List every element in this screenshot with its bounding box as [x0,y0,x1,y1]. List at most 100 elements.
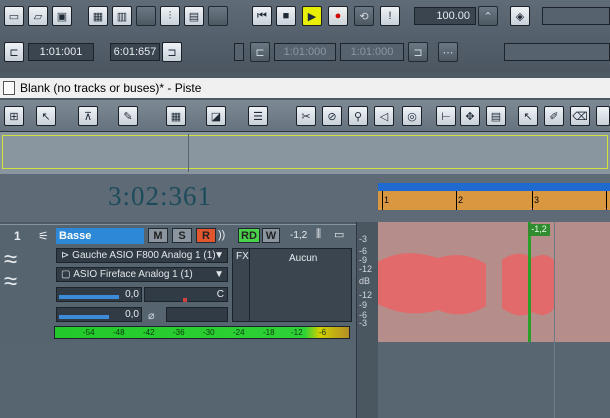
metronome-icon[interactable]: ⌃ [478,6,498,26]
loop-end-field[interactable]: 1:01:000 [340,43,404,61]
overview-window[interactable] [2,135,608,169]
grid-icon[interactable]: ▦ [166,106,186,126]
peak-value: -1,2 [290,230,308,241]
ruler-label: 2 [458,195,464,205]
play-icon[interactable]: ▶ [302,6,322,26]
input-icon: ⊳ [61,250,73,261]
track-name-field[interactable]: Basse [56,228,144,244]
scale-label: -3 [359,318,368,328]
more-icon[interactable] [596,106,610,126]
pan-value: C [216,289,224,300]
loop-icon[interactable]: ⟲ [354,6,374,26]
new-file-icon[interactable]: ▭ [4,6,24,26]
move-tool-icon[interactable]: ⊼ [78,106,98,126]
mute-button[interactable]: M [148,228,168,243]
chevron-down-icon[interactable]: ▼ [214,250,224,261]
input-echo-icon[interactable]: )) [218,229,225,241]
tempo-field[interactable]: 100.00 [414,7,476,25]
draw-tool-icon[interactable]: ✎ [118,106,138,126]
rewind-icon[interactable]: ⏮ [252,6,272,26]
ruler-tick [606,191,607,210]
disabled-tool-icon[interactable] [208,6,228,26]
track-level-meter: -54 -48 -42 -36 -30 -24 -18 -12 -6 [54,326,350,339]
end-marker-icon[interactable]: ⊐ [162,42,182,62]
snapshot-icon[interactable]: ◈ [510,6,530,26]
marker-icon[interactable]: ⊏ [4,42,24,62]
now-time-field[interactable]: 1:01:001 [28,43,94,61]
chevron-down-icon[interactable]: ▼ [214,269,224,280]
fx-bin[interactable]: FX Aucun [232,248,352,322]
track-size-icon[interactable]: ▭ [334,228,344,241]
pencil-icon[interactable]: ✐ [544,106,564,126]
empty-track-area[interactable] [0,342,356,418]
scale-label: -12 [359,264,373,274]
timeline-ruler[interactable]: 1 2 3 [378,183,610,210]
send-fill [59,315,109,319]
pan-slider[interactable]: C [144,287,228,302]
eraser-icon[interactable]: ⌫ [570,106,590,126]
waveform-track-icon: ≈ ≈ [4,246,18,295]
audio-clip[interactable]: -1,2 [378,222,610,342]
speaker-icon[interactable]: ◎ [402,106,422,126]
panic-icon[interactable]: ! [380,6,400,26]
output-select[interactable]: ▢ ASIO Fireface Analog 1 (1) ▼ [56,267,228,282]
keyboard-icon[interactable]: ▤ [184,6,204,26]
clip-empty-area[interactable] [378,342,610,418]
now-marker[interactable] [528,222,531,342]
large-time-display: 3:02:361 [108,181,213,211]
track-overview[interactable] [0,132,610,174]
console-view-icon[interactable]: ▦ [88,6,108,26]
mute-tool-icon[interactable]: ⊘ [322,106,342,126]
selection-field[interactable] [504,43,610,61]
track-header[interactable]: 1 ⚟ Basse M S R )) RD W -1,2 ⫼ ▭ ≈ ≈ ⊳ Ga… [0,224,356,342]
clip-divider [554,342,555,418]
scale-label: dB [359,276,371,286]
waveform-graphic [378,222,555,342]
select-tool-icon[interactable]: ↖ [36,106,56,126]
solo-button[interactable]: S [172,228,192,243]
volume-slider[interactable]: 0,0 [56,287,142,302]
phase-icon[interactable]: ⌀ [148,309,155,322]
mixer-icon[interactable]: ⫶ [160,6,180,26]
scissors-icon[interactable]: ✂ [296,106,316,126]
playback-icon[interactable]: ◁ [374,106,394,126]
table-icon[interactable]: ▤ [486,106,506,126]
aux-field[interactable] [542,7,610,25]
stop-icon[interactable]: ■ [276,6,296,26]
end-time-field[interactable]: 6:01:657 [110,43,160,61]
write-automation-button[interactable]: W [262,228,280,243]
loop-toggle-field[interactable] [234,43,244,61]
piano-roll-icon[interactable]: ▥ [112,6,132,26]
read-automation-button[interactable]: RD [238,228,260,243]
scale-label: -3 [359,234,368,244]
loop-start-icon[interactable]: ⊏ [250,42,270,62]
volume-value: 0,0 [125,289,139,300]
record-arm-button[interactable]: R [196,228,216,243]
record-icon[interactable]: ● [328,6,348,26]
overview-divider [188,134,189,172]
output-label: ASIO Fireface Analog 1 (1) [73,269,193,280]
blank-tool-icon[interactable] [136,6,156,26]
open-folder-icon[interactable]: ▱ [28,6,48,26]
insert-icon[interactable]: ⊢ [436,106,456,126]
zoom-icon[interactable]: ⚲ [348,106,368,126]
punch-icon[interactable]: ⋯ [438,42,458,62]
scale-label: -9 [359,300,368,310]
meter-tick: -36 [173,328,185,337]
send-slider[interactable]: 0,0 [56,307,142,322]
meter-tick: -6 [319,328,327,337]
loop-end-icon[interactable]: ⊐ [408,42,428,62]
ruler-tick [456,191,457,210]
loop-start-field[interactable]: 1:01:000 [274,43,336,61]
meter-options-icon[interactable]: ⫼ [316,228,321,241]
width-slider[interactable] [166,307,228,322]
list-view-icon[interactable]: ☰ [248,106,268,126]
snap-icon[interactable]: ◪ [206,106,226,126]
save-icon[interactable]: ▣ [52,6,72,26]
insert-track-icon[interactable]: ⊞ [4,106,24,126]
waveform-left [378,253,486,315]
clip-divider [554,222,555,342]
fit-icon[interactable]: ✥ [460,106,480,126]
cursor-icon[interactable]: ↖ [518,106,538,126]
input-select[interactable]: ⊳ Gauche ASIO F800 Analog 1 (1) ▼ [56,248,228,263]
